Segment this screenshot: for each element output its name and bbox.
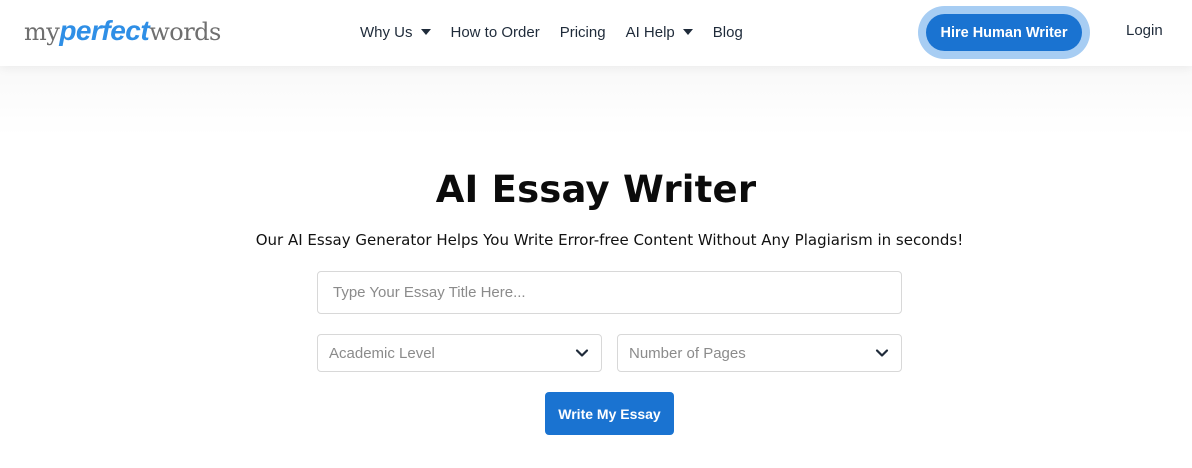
write-my-essay-button[interactable]: Write My Essay (545, 392, 674, 435)
hire-writer-button-ring: Hire Human Writer (918, 6, 1090, 59)
logo-part-perfect: perfect (59, 15, 150, 46)
nav-item-label: Why Us (360, 23, 413, 41)
nav-item-why-us[interactable]: Why Us (360, 24, 431, 41)
nav-item-label: AI Help (625, 23, 675, 41)
nav-item-blog[interactable]: Blog (713, 24, 743, 41)
hire-human-writer-button[interactable]: Hire Human Writer (926, 14, 1082, 51)
page-subtitle: Our AI Essay Generator Helps You Write E… (255, 231, 964, 249)
page-title: AI Essay Writer (435, 168, 757, 211)
nav-item-label: Pricing (559, 23, 606, 41)
nav-item-label: How to Order (450, 23, 540, 41)
nav-item-pricing[interactable]: Pricing (560, 24, 606, 41)
academic-level-value: Academic Level (329, 345, 435, 362)
main-nav: Why Us How to Order Pricing AI Help Blog (360, 22, 763, 42)
chevron-down-icon (875, 349, 889, 357)
nav-item-ai-help[interactable]: AI Help (626, 24, 693, 41)
page: my perfect words Why Us How to Order Pri… (0, 0, 1192, 468)
nav-item-label: Blog (712, 23, 743, 41)
site-header: my perfect words Why Us How to Order Pri… (0, 0, 1192, 66)
chevron-down-icon (575, 349, 589, 357)
academic-level-select[interactable]: Academic Level (317, 334, 602, 372)
login-link[interactable]: Login (1126, 22, 1163, 39)
site-logo[interactable]: my perfect words (24, 13, 221, 49)
essay-title-input[interactable] (317, 271, 902, 314)
logo-part-my: my (24, 18, 60, 46)
number-of-pages-value: Number of Pages (629, 345, 746, 362)
nav-item-how-to-order[interactable]: How to Order (451, 24, 540, 41)
logo-part-words: words (149, 18, 221, 46)
number-of-pages-select[interactable]: Number of Pages (617, 334, 902, 372)
caret-down-icon (682, 29, 693, 35)
caret-down-icon (420, 29, 431, 35)
